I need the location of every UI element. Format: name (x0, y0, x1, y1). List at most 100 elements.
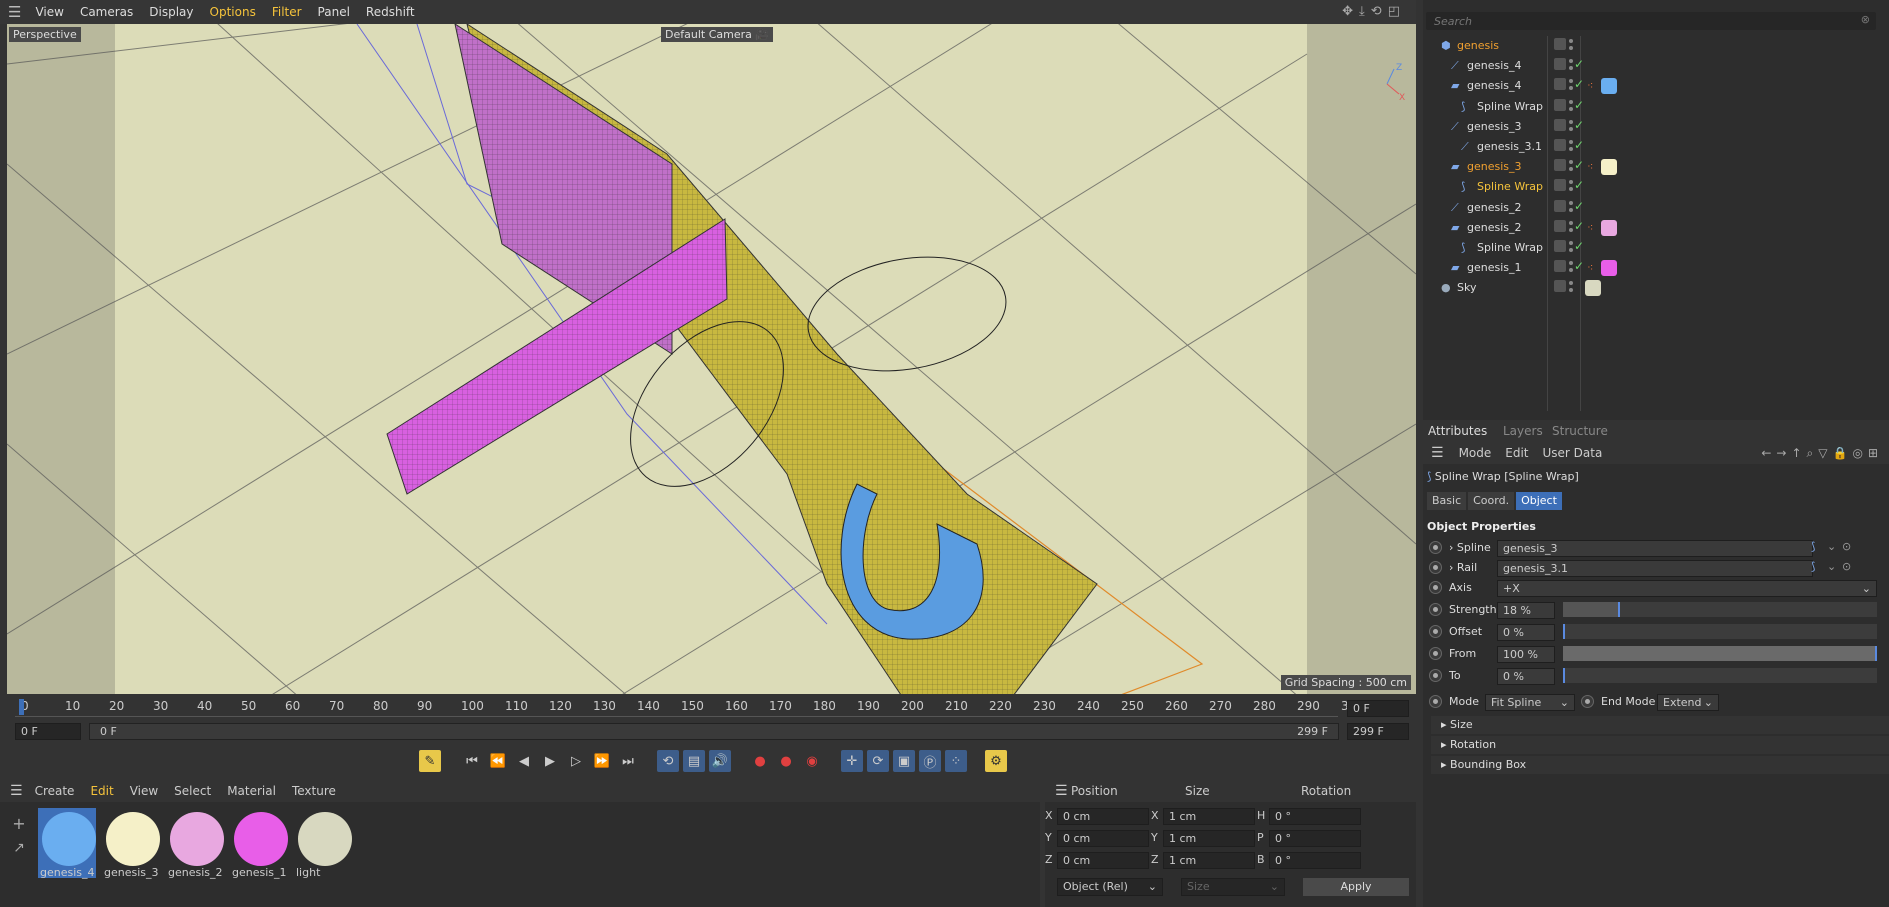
enabled-check-icon[interactable]: ✓ (1574, 138, 1584, 152)
end-frame-field[interactable]: 299 F (1347, 723, 1409, 740)
layer-toggle[interactable] (1554, 78, 1566, 91)
rot-field[interactable]: 0 ° (1269, 852, 1361, 869)
visibility-dots[interactable] (1569, 241, 1573, 254)
keyframe-sel-icon[interactable]: ◉ (801, 750, 823, 772)
hamburger-icon[interactable]: ☰ (10, 780, 27, 802)
layer-toggle[interactable] (1554, 58, 1566, 71)
object-row[interactable]: ▰ genesis_2 ✓ ⁖ (1423, 218, 1889, 238)
lock-icon[interactable]: 🔒 (1833, 446, 1853, 460)
dolly-icon[interactable]: ⤓ (1359, 4, 1371, 19)
mat-menu-create[interactable]: Create (27, 780, 83, 802)
mat-menu-material[interactable]: Material (219, 780, 284, 802)
enabled-check-icon[interactable]: ✓ (1574, 77, 1584, 91)
menu-view[interactable]: View (27, 0, 71, 24)
pos-field[interactable]: 0 cm (1057, 852, 1149, 869)
visibility-dots[interactable] (1569, 180, 1573, 193)
enabled-check-icon[interactable]: ✓ (1574, 259, 1584, 273)
visibility-dots[interactable] (1569, 200, 1573, 214)
position-key-icon[interactable]: ✛ (841, 750, 863, 772)
object-row[interactable]: ● Sky (1423, 278, 1889, 298)
phong-tag-icon[interactable]: ⁖ (1587, 160, 1593, 173)
visibility-dots[interactable] (1569, 39, 1573, 52)
material-tag[interactable] (1601, 260, 1617, 277)
rail-link-field[interactable]: genesis_3.1 (1497, 560, 1813, 577)
pos-field[interactable]: 0 cm (1057, 830, 1149, 847)
size-mode-select[interactable]: Size ⌄ (1181, 878, 1285, 896)
filter-icon[interactable]: ▽ (1818, 446, 1832, 460)
offset-slider[interactable] (1563, 624, 1877, 639)
tab-structure[interactable]: Structure (1552, 424, 1608, 438)
visibility-dots[interactable] (1569, 79, 1573, 92)
material-tag[interactable] (1601, 219, 1617, 236)
layer-toggle[interactable] (1554, 98, 1566, 111)
visibility-dots[interactable] (1569, 220, 1573, 234)
search-input[interactable] (1426, 12, 1826, 30)
visibility-dots[interactable] (1569, 119, 1573, 133)
enabled-check-icon[interactable]: ✓ (1574, 158, 1584, 172)
move-view-icon[interactable]: ✥ (1342, 4, 1359, 19)
menu-panel[interactable]: Panel (310, 0, 358, 24)
subtab-object[interactable]: Object (1516, 492, 1562, 510)
material-tag[interactable] (1601, 159, 1617, 176)
to-slider[interactable] (1563, 668, 1877, 683)
visibility-dots[interactable] (1569, 261, 1573, 274)
start-frame-field[interactable]: 0 F (15, 723, 81, 740)
strength-slider[interactable] (1563, 602, 1877, 617)
visibility-dots[interactable] (1569, 59, 1573, 72)
axis-select[interactable]: +X ⌄ (1497, 580, 1877, 597)
material-genesis-4[interactable]: genesis_4 (38, 808, 96, 879)
pick-icon[interactable]: ⊙ (1842, 560, 1851, 573)
object-row[interactable]: ⟆ Spline Wrap ✓ (1423, 238, 1889, 258)
timeline-ruler[interactable]: 0 10 20 30 40 50 60 70 80 90 100 110 120 130 140 150 160… (7, 697, 1416, 719)
subtab-coord[interactable]: Coord. (1468, 492, 1515, 510)
size-field[interactable]: 1 cm (1163, 830, 1255, 847)
object-row[interactable]: ⟋ genesis_4 ✓ (1423, 56, 1889, 76)
layer-toggle[interactable] (1554, 38, 1566, 50)
search-box[interactable]: ⊗ (1426, 12, 1876, 30)
chevron-down-icon[interactable]: ⌄ (1827, 560, 1836, 573)
phong-tag-icon[interactable]: ⁖ (1587, 221, 1593, 234)
layer-toggle[interactable] (1554, 159, 1566, 172)
menu-filter[interactable]: Filter (264, 0, 310, 24)
next-key-icon[interactable]: ⏩ (591, 750, 613, 772)
layer-toggle[interactable] (1554, 139, 1566, 151)
enabled-check-icon[interactable]: ✓ (1574, 239, 1584, 253)
spline-link-field[interactable]: genesis_3 (1497, 540, 1813, 557)
new-window-icon[interactable]: ⊞ (1868, 446, 1883, 460)
goto-start-icon[interactable]: ⏮ (461, 750, 483, 772)
viewport-3d[interactable]: Z X Perspective Default Camera 🎥 Grid Sp… (7, 24, 1416, 694)
anim-radio[interactable] (1429, 561, 1442, 574)
anim-radio[interactable] (1429, 603, 1442, 616)
size-field[interactable]: 1 cm (1163, 808, 1255, 825)
hamburger-icon[interactable]: ☰ (8, 3, 21, 21)
object-row[interactable]: ▰ genesis_1 ✓ ⁖ (1423, 258, 1889, 278)
chevron-down-icon[interactable]: ⌄ (1827, 540, 1836, 553)
pla-key-icon[interactable]: ⁘ (945, 750, 967, 772)
layer-toggle[interactable] (1554, 280, 1566, 293)
enabled-check-icon[interactable]: ✓ (1574, 98, 1584, 112)
menu-options[interactable]: Options (202, 0, 264, 24)
rotate-view-icon[interactable]: ⟲ (1371, 4, 1388, 19)
mat-menu-edit[interactable]: Edit (82, 780, 121, 802)
anim-radio[interactable] (1429, 695, 1442, 708)
layer-toggle[interactable] (1554, 179, 1566, 192)
rotation-key-icon[interactable]: ⟳ (867, 750, 889, 772)
enabled-check-icon[interactable]: ✓ (1574, 118, 1584, 132)
object-row[interactable]: ⟋ genesis_2 ✓ (1423, 198, 1889, 218)
object-row[interactable]: ⟆ Spline Wrap ✓ (1423, 97, 1889, 117)
record-key-icon[interactable]: ✎ (419, 750, 441, 772)
mat-menu-texture[interactable]: Texture (284, 780, 344, 802)
goto-end-icon[interactable]: ⏭ (617, 750, 639, 772)
film-icon[interactable]: ▤ (683, 750, 705, 772)
prev-frame-icon[interactable]: ◀ (513, 750, 535, 772)
rot-field[interactable]: 0 ° (1269, 808, 1361, 825)
object-row[interactable]: ⟋ genesis_3.1 ✓ (1423, 137, 1889, 157)
up-icon[interactable]: ↑ (1791, 446, 1806, 460)
back-icon[interactable]: ← (1761, 446, 1776, 460)
camera-label[interactable]: Default Camera 🎥 (661, 27, 774, 42)
from-slider[interactable] (1563, 646, 1877, 661)
maximize-view-icon[interactable]: ◰ (1388, 4, 1406, 19)
fold-bounding-box[interactable]: ▸ Bounding Box (1431, 756, 1889, 774)
layer-toggle[interactable] (1554, 118, 1566, 131)
forward-icon[interactable]: → (1776, 446, 1791, 460)
